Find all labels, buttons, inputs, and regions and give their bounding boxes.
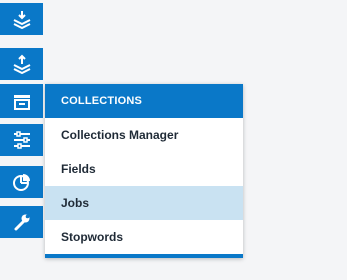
sliders-icon	[12, 130, 32, 150]
sidebar-item-wrench[interactable]	[0, 206, 43, 238]
sidebar-item-layers-up[interactable]	[0, 48, 43, 80]
collections-icon	[12, 91, 32, 111]
collections-flyout-menu: COLLECTIONS Collections Manager Fields J…	[45, 84, 243, 258]
sidebar-item-layers-down[interactable]	[0, 3, 43, 35]
menu-item-fields[interactable]: Fields	[45, 152, 243, 186]
menu-item-jobs[interactable]: Jobs	[45, 186, 243, 220]
sidebar-item-pie-chart[interactable]	[0, 166, 43, 198]
menu-item-stopwords[interactable]: Stopwords	[45, 220, 243, 254]
pie-chart-icon	[12, 172, 32, 192]
layers-down-icon	[12, 9, 32, 29]
layers-up-icon	[12, 54, 32, 74]
sidebar-item-sliders[interactable]	[0, 124, 43, 156]
flyout-header: COLLECTIONS	[45, 84, 243, 118]
sidebar-item-collections[interactable]	[0, 84, 43, 118]
flyout-footer-bar	[45, 254, 243, 258]
menu-item-collections-manager[interactable]: Collections Manager	[45, 118, 243, 152]
wrench-icon	[12, 212, 32, 232]
